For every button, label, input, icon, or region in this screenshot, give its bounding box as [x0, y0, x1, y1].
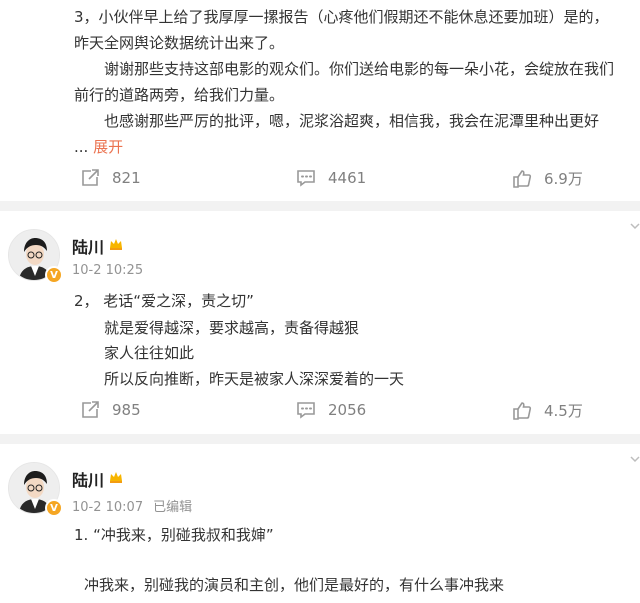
like-button[interactable]: 4.5万: [512, 400, 583, 421]
ellipsis: ...: [74, 138, 89, 156]
author-name[interactable]: 陆川: [72, 234, 104, 258]
thumbs-up-icon: [513, 401, 532, 420]
post-card: V 陆川 10-2 10:07 已编辑 1. “冲我来，别碰我叔和我婶” 冲我来，…: [0, 444, 640, 603]
post-card-top: 3，小伙伴早上给了我厚厚一摞报告（心疼他们假期还不能休息还要加班）是的， 昨天全…: [0, 0, 640, 200]
post-text-line: 2， 老话“爱之深，责之切”: [74, 292, 254, 310]
weibo-feed: 3，小伙伴早上给了我厚厚一摞报告（心疼他们假期还不能休息还要加班）是的， 昨天全…: [0, 0, 640, 603]
post-time: 10-2 10:25: [72, 263, 144, 278]
post-text-line: 昨天全网舆论数据统计出来了。: [74, 34, 285, 52]
post-text-line: 就是爱得越深，要求越高，责备得越狠: [104, 319, 360, 337]
feed-divider: [0, 434, 640, 444]
post-text-line: 也感谢那些严厉的批评，嗯，泥浆浴超爽，相信我，我会在泥潭里种出更好: [104, 112, 600, 130]
post-meta: 10-2 10:25: [72, 263, 143, 278]
post-time: 10-2 10:07: [72, 500, 144, 515]
post-text-line: 1. “冲我来，别碰我叔和我婶”: [74, 526, 274, 544]
post-text-line: 所以反向推断，昨天是被家人深深爱着的一天: [104, 370, 405, 388]
member-crown-icon: [110, 239, 122, 250]
repost-icon: [82, 169, 99, 186]
repost-count: 821: [112, 169, 141, 187]
post-card: V 陆川 10-2 10:25 2， 老话“爱之深，责之切” 就是爱得越深，要求…: [0, 211, 640, 434]
repost-count: 985: [112, 401, 141, 419]
comment-button[interactable]: 2056: [296, 400, 366, 420]
post-meta: 10-2 10:07 已编辑: [72, 496, 192, 515]
post-text-line: 家人往往如此: [104, 344, 195, 362]
member-crown-icon: [110, 472, 122, 483]
post-text-line: 前行的道路两旁，给我们力量。: [74, 86, 285, 104]
comment-button[interactable]: 4461: [296, 168, 366, 188]
thumbs-up-icon: [513, 169, 532, 188]
post-action-bar: 985 2056 4.5万: [0, 400, 640, 424]
repost-button[interactable]: 821: [80, 168, 141, 188]
chevron-down-icon[interactable]: [630, 223, 640, 231]
feed-divider: [0, 201, 640, 211]
verified-badge-icon: V: [45, 499, 63, 517]
post-text-line: 谢谢那些支持这部电影的观众们。你们送给电影的每一朵小花，会绽放在我们: [104, 60, 615, 78]
repost-button[interactable]: 985: [80, 400, 141, 420]
post-text-line: 3，小伙伴早上给了我厚厚一摞报告（心疼他们假期还不能休息还要加班）是的，: [74, 8, 609, 26]
author-name[interactable]: 陆川: [72, 467, 104, 491]
chevron-down-icon[interactable]: [630, 456, 640, 464]
comment-icon: [297, 402, 315, 419]
like-count: 4.5万: [544, 402, 583, 420]
comment-count: 4461: [328, 169, 367, 187]
post-text-line: 冲我来，别碰我的演员和主创，他们是最好的，有什么事冲我来: [84, 576, 505, 594]
like-button[interactable]: 6.9万: [512, 168, 583, 189]
comment-count: 2056: [328, 401, 367, 419]
avatar[interactable]: V: [8, 229, 63, 284]
post-action-bar: 821 4461 6.9万: [0, 168, 640, 192]
expand-link[interactable]: 展开: [93, 138, 123, 156]
post-expand-row: ... 展开: [74, 136, 123, 158]
repost-icon: [82, 401, 99, 418]
like-count: 6.9万: [544, 170, 583, 188]
edited-label[interactable]: 已编辑: [153, 500, 192, 515]
verified-badge-icon: V: [45, 266, 63, 284]
comment-icon: [297, 170, 315, 187]
avatar[interactable]: V: [8, 462, 63, 517]
